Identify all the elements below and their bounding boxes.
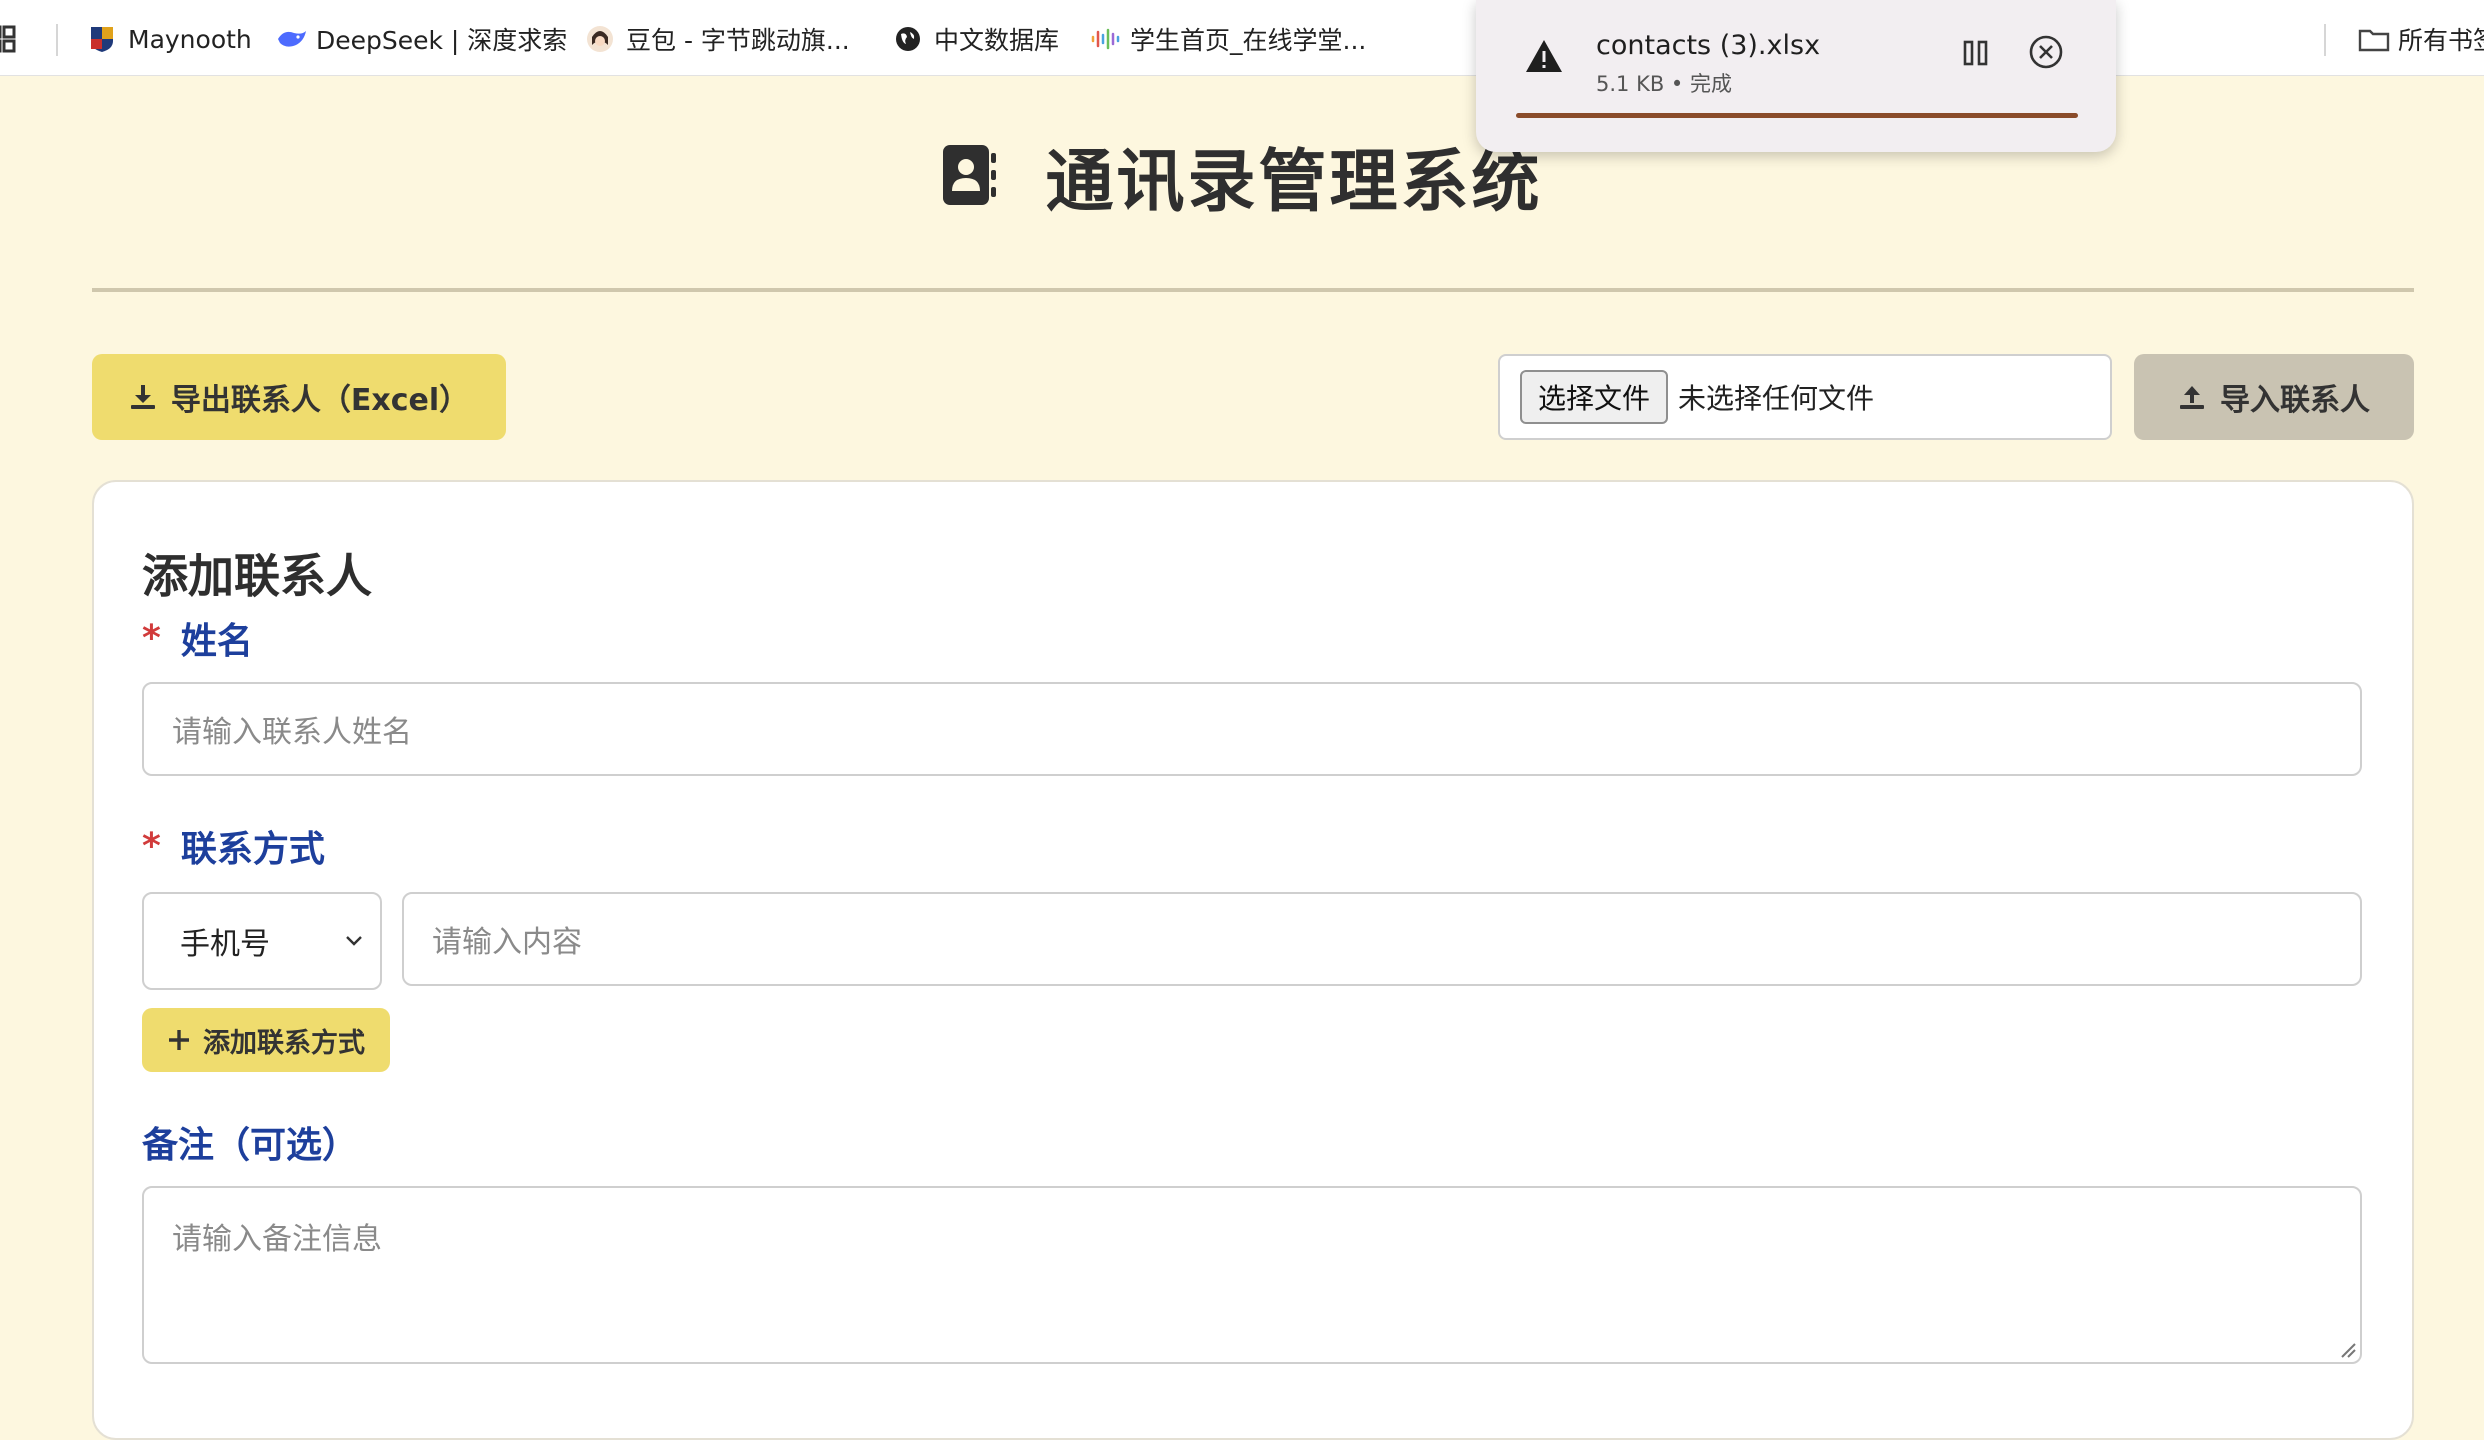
name-input[interactable]: 请输入联系人姓名 <box>142 682 2362 776</box>
upload-icon <box>2180 386 2204 409</box>
warning-icon <box>1526 40 1562 72</box>
add-contact-card: 添加联系人 * 姓名 请输入联系人姓名 * 联系方式 手机号 请输入内容 添加联… <box>92 480 2414 1440</box>
doubao-avatar-icon <box>586 25 614 53</box>
contact-value-input[interactable]: 请输入内容 <box>402 892 2362 986</box>
bookmarks-separator <box>56 24 58 56</box>
all-bookmarks-label: 所有书签 <box>2398 26 2484 55</box>
pause-icon[interactable] <box>1962 38 1990 68</box>
note-label: 备注（可选） <box>142 1116 358 1168</box>
bookmark-maynooth[interactable]: Maynooth <box>88 20 252 58</box>
choose-file-button[interactable]: 选择文件 <box>1520 370 1669 424</box>
page-title: 通讯录管理系统 <box>1045 142 1543 222</box>
contact-type-value: 手机号 <box>180 927 270 962</box>
deepseek-whale-icon <box>276 25 306 53</box>
audio-wave-icon <box>1090 25 1120 53</box>
bookmark-doubao[interactable]: 豆包 - 字节跳动旗... <box>586 20 850 58</box>
apps-grid-icon[interactable] <box>0 20 28 58</box>
name-placeholder: 请输入联系人姓名 <box>172 715 412 750</box>
add-contact-method-label: 添加联系方式 <box>203 1027 365 1059</box>
contact-method-label-text: 联系方式 <box>180 829 325 870</box>
bookmark-label: 豆包 - 字节跳动旗... <box>626 26 850 55</box>
required-marker: * <box>142 617 161 659</box>
bookmark-label: Maynooth <box>128 24 252 54</box>
contact-method-label: * 联系方式 <box>142 820 325 872</box>
download-popup: contacts (3).xlsx 5.1 KB • 完成 <box>1476 0 2116 152</box>
file-input[interactable]: 选择文件 未选择任何文件 <box>1498 354 2112 440</box>
export-label: 导出联系人（Excel） <box>170 383 470 418</box>
chevron-down-icon <box>346 936 362 946</box>
name-label-text: 姓名 <box>180 621 253 662</box>
bookmarks-separator <box>2324 24 2326 56</box>
bookmark-student-home[interactable]: 学生首页_在线学堂... <box>1090 20 1366 58</box>
export-contacts-button[interactable]: 导出联系人（Excel） <box>92 354 506 440</box>
download-filename[interactable]: contacts (3).xlsx <box>1596 30 1820 61</box>
folder-icon <box>2358 25 2390 53</box>
download-meta: 5.1 KB • 完成 <box>1596 72 1732 96</box>
cancel-download-icon[interactable] <box>2028 34 2064 70</box>
note-label-text: 备注（可选） <box>142 1125 359 1166</box>
maynooth-crest-icon <box>88 25 116 53</box>
bookmark-label: 中文数据库 <box>934 26 1060 55</box>
contact-value-placeholder: 请输入内容 <box>432 925 582 960</box>
download-icon <box>130 385 155 409</box>
add-contact-heading: 添加联系人 <box>142 549 372 603</box>
all-bookmarks-folder[interactable]: 所有书签 <box>2358 20 2484 58</box>
header-divider <box>92 288 2414 292</box>
note-textarea[interactable]: 请输入备注信息 <box>142 1186 2362 1364</box>
plus-icon <box>169 1030 189 1050</box>
address-book-icon <box>941 143 997 207</box>
note-placeholder: 请输入备注信息 <box>172 1222 382 1257</box>
import-contacts-button[interactable]: 导入联系人 <box>2134 354 2414 440</box>
contact-type-select[interactable]: 手机号 <box>142 892 382 990</box>
bookmark-label: 学生首页_在线学堂... <box>1130 26 1367 55</box>
required-marker: * <box>142 825 161 867</box>
add-contact-method-button[interactable]: 添加联系方式 <box>142 1008 390 1072</box>
globe-icon <box>894 25 922 53</box>
download-progress-bar <box>1516 113 2078 118</box>
resize-handle-icon[interactable] <box>2338 1340 2356 1358</box>
import-label: 导入联系人 <box>2220 383 2370 418</box>
file-status-text: 未选择任何文件 <box>1678 382 1875 415</box>
name-label: * 姓名 <box>142 612 253 664</box>
bookmark-chinese-database[interactable]: 中文数据库 <box>894 20 1059 58</box>
bookmark-deepseek[interactable]: DeepSeek | 深度求索 <box>276 20 567 58</box>
bookmark-label: DeepSeek | 深度求索 <box>316 26 568 55</box>
